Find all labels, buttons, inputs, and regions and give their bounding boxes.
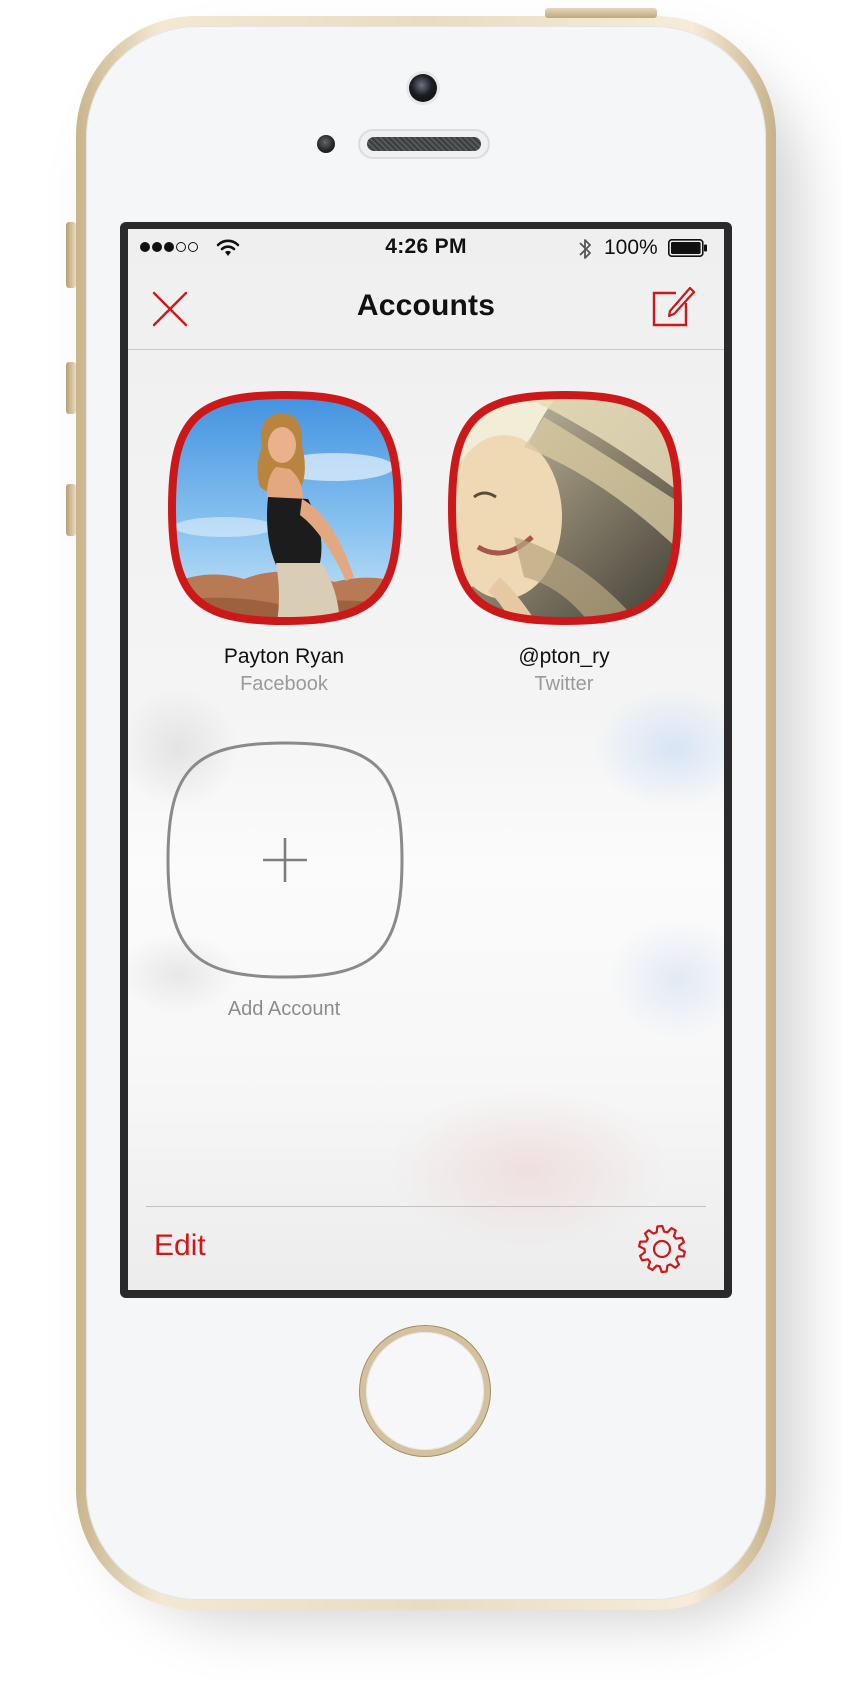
account-service: Facebook [240, 673, 328, 695]
avatar [447, 390, 683, 626]
screen: 4:26 PM 100% Accounts Payton Ryan Facebo… [128, 229, 724, 1290]
sleep-button [545, 8, 657, 18]
edit-button[interactable]: Edit [154, 1229, 206, 1263]
account-tile-facebook[interactable] [164, 387, 406, 629]
volume-up-button [66, 362, 76, 414]
account-name: Payton Ryan [223, 645, 345, 668]
account-tile-twitter[interactable] [444, 387, 686, 629]
earpiece-speaker [360, 131, 488, 157]
add-account-button[interactable] [164, 739, 406, 981]
proximity-sensor [317, 135, 335, 153]
toolbar-divider [146, 1206, 706, 1207]
volume-down-button [66, 484, 76, 536]
battery-icon [668, 239, 707, 257]
mute-switch [66, 222, 76, 288]
add-account-label: Add Account [227, 998, 341, 1020]
nav-divider [128, 349, 724, 350]
front-camera [409, 74, 437, 102]
account-name: @pton_ry [518, 645, 610, 668]
status-bar: 4:26 PM 100% [128, 229, 724, 269]
page-title: Accounts [356, 289, 496, 322]
account-service: Twitter [534, 673, 594, 695]
battery-percentage: 100% [604, 236, 658, 259]
avatar [167, 390, 403, 626]
home-button[interactable] [366, 1332, 484, 1450]
gear-icon[interactable] [636, 1223, 688, 1275]
navigation-bar: Accounts [128, 269, 724, 349]
bluetooth-icon [579, 239, 591, 259]
plus-icon [263, 838, 307, 882]
compose-icon[interactable] [650, 283, 696, 329]
